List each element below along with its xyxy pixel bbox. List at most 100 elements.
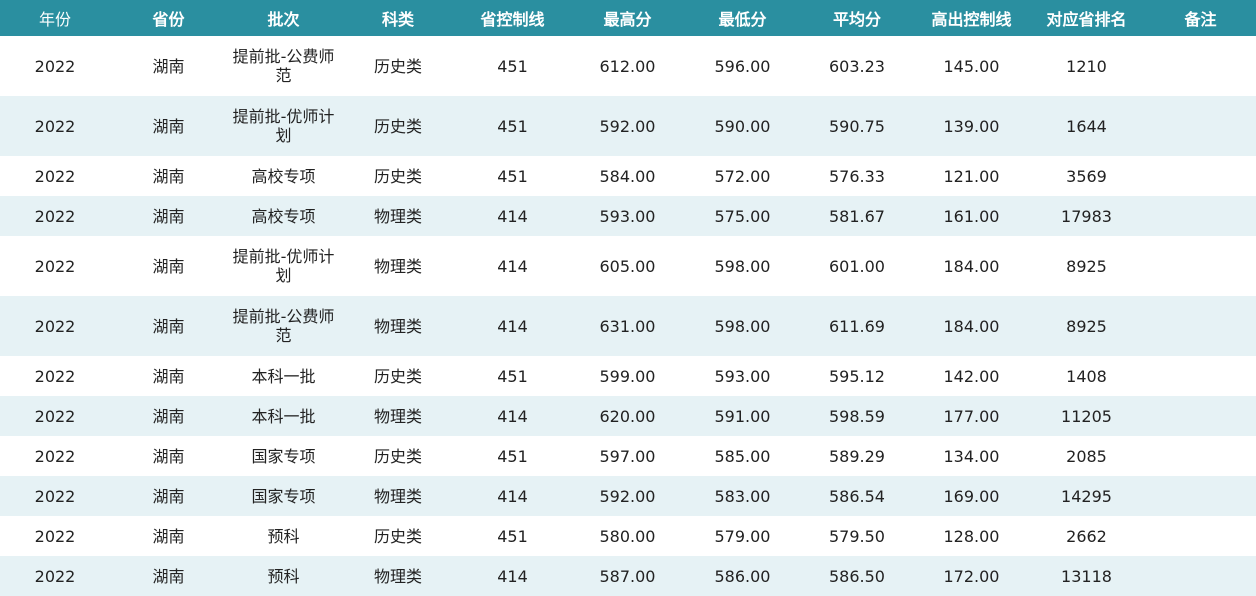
table-row: 2022 湖南 高校专项 物理类 414 593.00 575.00 581.6… [0,196,1256,236]
cell-rank: 2662 [1066,526,1107,546]
cell-above-line: 161.00 [943,206,1000,226]
cell-year: 2022 [34,446,76,466]
cell-max-score: 592.00 [599,486,656,506]
cell-province: 湖南 [152,486,185,506]
cell-control-line: 451 [497,116,528,136]
cell-category: 物理类 [373,206,422,226]
cell-above-line: 177.00 [943,406,1000,426]
table-row: 2022 湖南 预科 物理类 414 587.00 586.00 586.50 … [0,556,1256,596]
cell-min-score: 575.00 [714,206,771,226]
cell-batch: 提前批-优师计划 [232,107,335,145]
cell-year: 2022 [34,366,76,386]
cell-rank: 13118 [1061,566,1112,586]
cell-batch: 预科 [267,526,300,546]
table-row: 2022 湖南 国家专项 历史类 451 597.00 585.00 589.2… [0,436,1256,476]
cell-control-line: 451 [497,446,528,466]
cell-category: 历史类 [373,446,422,466]
cell-above-line: 121.00 [943,166,1000,186]
cell-above-line: 172.00 [943,566,1000,586]
cell-control-line: 414 [497,566,528,586]
cell-above-line: 184.00 [943,316,1000,336]
cell-note [1145,236,1256,296]
cell-year: 2022 [34,526,76,546]
cell-year: 2022 [34,316,76,336]
cell-note [1145,476,1256,516]
cell-max-score: 631.00 [599,316,656,336]
cell-rank: 1408 [1066,366,1107,386]
cell-avg-score: 603.23 [829,56,885,76]
cell-above-line: 142.00 [943,366,1000,386]
cell-batch: 提前批-公费师范 [232,47,335,85]
cell-province: 湖南 [152,566,185,586]
table-row: 2022 湖南 提前批-优师计划 物理类 414 605.00 598.00 6… [0,236,1256,296]
cell-control-line: 451 [497,526,528,546]
cell-avg-score: 586.50 [829,566,885,586]
table-body: 2022 湖南 提前批-公费师范 历史类 451 612.00 596.00 6… [0,36,1256,596]
cell-category: 历史类 [373,366,422,386]
cell-max-score: 593.00 [599,206,656,226]
cell-year: 2022 [34,256,76,276]
cell-min-score: 583.00 [714,486,771,506]
cell-batch: 预科 [267,566,300,586]
cell-max-score: 580.00 [599,526,656,546]
cell-year: 2022 [34,566,76,586]
cell-control-line: 414 [497,486,528,506]
header-category: 科类 [381,10,414,29]
cell-category: 物理类 [373,406,422,426]
cell-control-line: 451 [497,166,528,186]
table-header: 年份 省份 批次 科类 省控制线 最高分 最低分 平均分 高出控制线 对应省排名… [0,0,1256,36]
cell-category: 历史类 [373,526,422,546]
cell-max-score: 599.00 [599,366,656,386]
cell-min-score: 598.00 [714,316,771,336]
cell-avg-score: 576.33 [829,166,885,186]
cell-province: 湖南 [152,56,185,76]
header-avg-score: 平均分 [832,10,881,29]
cell-avg-score: 586.54 [829,486,885,506]
cell-control-line: 451 [497,366,528,386]
cell-category: 历史类 [373,56,422,76]
cell-avg-score: 579.50 [829,526,885,546]
cell-category: 物理类 [373,256,422,276]
cell-avg-score: 598.59 [829,406,885,426]
table-row: 2022 湖南 提前批-公费师范 历史类 451 612.00 596.00 6… [0,36,1256,96]
cell-above-line: 139.00 [943,116,1000,136]
cell-min-score: 591.00 [714,406,771,426]
cell-min-score: 593.00 [714,366,771,386]
cell-min-score: 598.00 [714,256,771,276]
header-year: 年份 [38,10,71,29]
header-note: 备注 [1184,10,1217,29]
cell-province: 湖南 [152,206,185,226]
cell-note [1145,436,1256,476]
cell-note [1145,96,1256,156]
cell-rank: 1210 [1066,56,1107,76]
cell-min-score: 586.00 [714,566,771,586]
cell-batch: 提前批-公费师范 [232,307,335,345]
cell-batch: 本科一批 [251,406,316,426]
cell-province: 湖南 [152,116,185,136]
cell-batch: 提前批-优师计划 [232,247,335,285]
cell-above-line: 134.00 [943,446,1000,466]
cell-batch: 高校专项 [251,166,316,186]
cell-avg-score: 595.12 [829,366,885,386]
cell-max-score: 584.00 [599,166,656,186]
cell-max-score: 605.00 [599,256,656,276]
cell-control-line: 451 [497,56,528,76]
cell-control-line: 414 [497,256,528,276]
cell-batch: 国家专项 [251,486,316,506]
cell-rank: 3569 [1066,166,1107,186]
table-row: 2022 湖南 本科一批 历史类 451 599.00 593.00 595.1… [0,356,1256,396]
cell-note [1145,396,1256,436]
cell-category: 物理类 [373,566,422,586]
cell-avg-score: 581.67 [829,206,885,226]
table-row: 2022 湖南 提前批-公费师范 物理类 414 631.00 598.00 6… [0,296,1256,356]
cell-max-score: 587.00 [599,566,656,586]
cell-control-line: 414 [497,406,528,426]
cell-above-line: 169.00 [943,486,1000,506]
header-batch: 批次 [267,10,300,29]
cell-min-score: 572.00 [714,166,771,186]
cell-province: 湖南 [152,166,185,186]
admission-scores-table: 年份 省份 批次 科类 省控制线 最高分 最低分 平均分 高出控制线 对应省排名… [0,0,1256,596]
cell-avg-score: 611.69 [829,316,885,336]
cell-category: 历史类 [373,116,422,136]
cell-min-score: 579.00 [714,526,771,546]
